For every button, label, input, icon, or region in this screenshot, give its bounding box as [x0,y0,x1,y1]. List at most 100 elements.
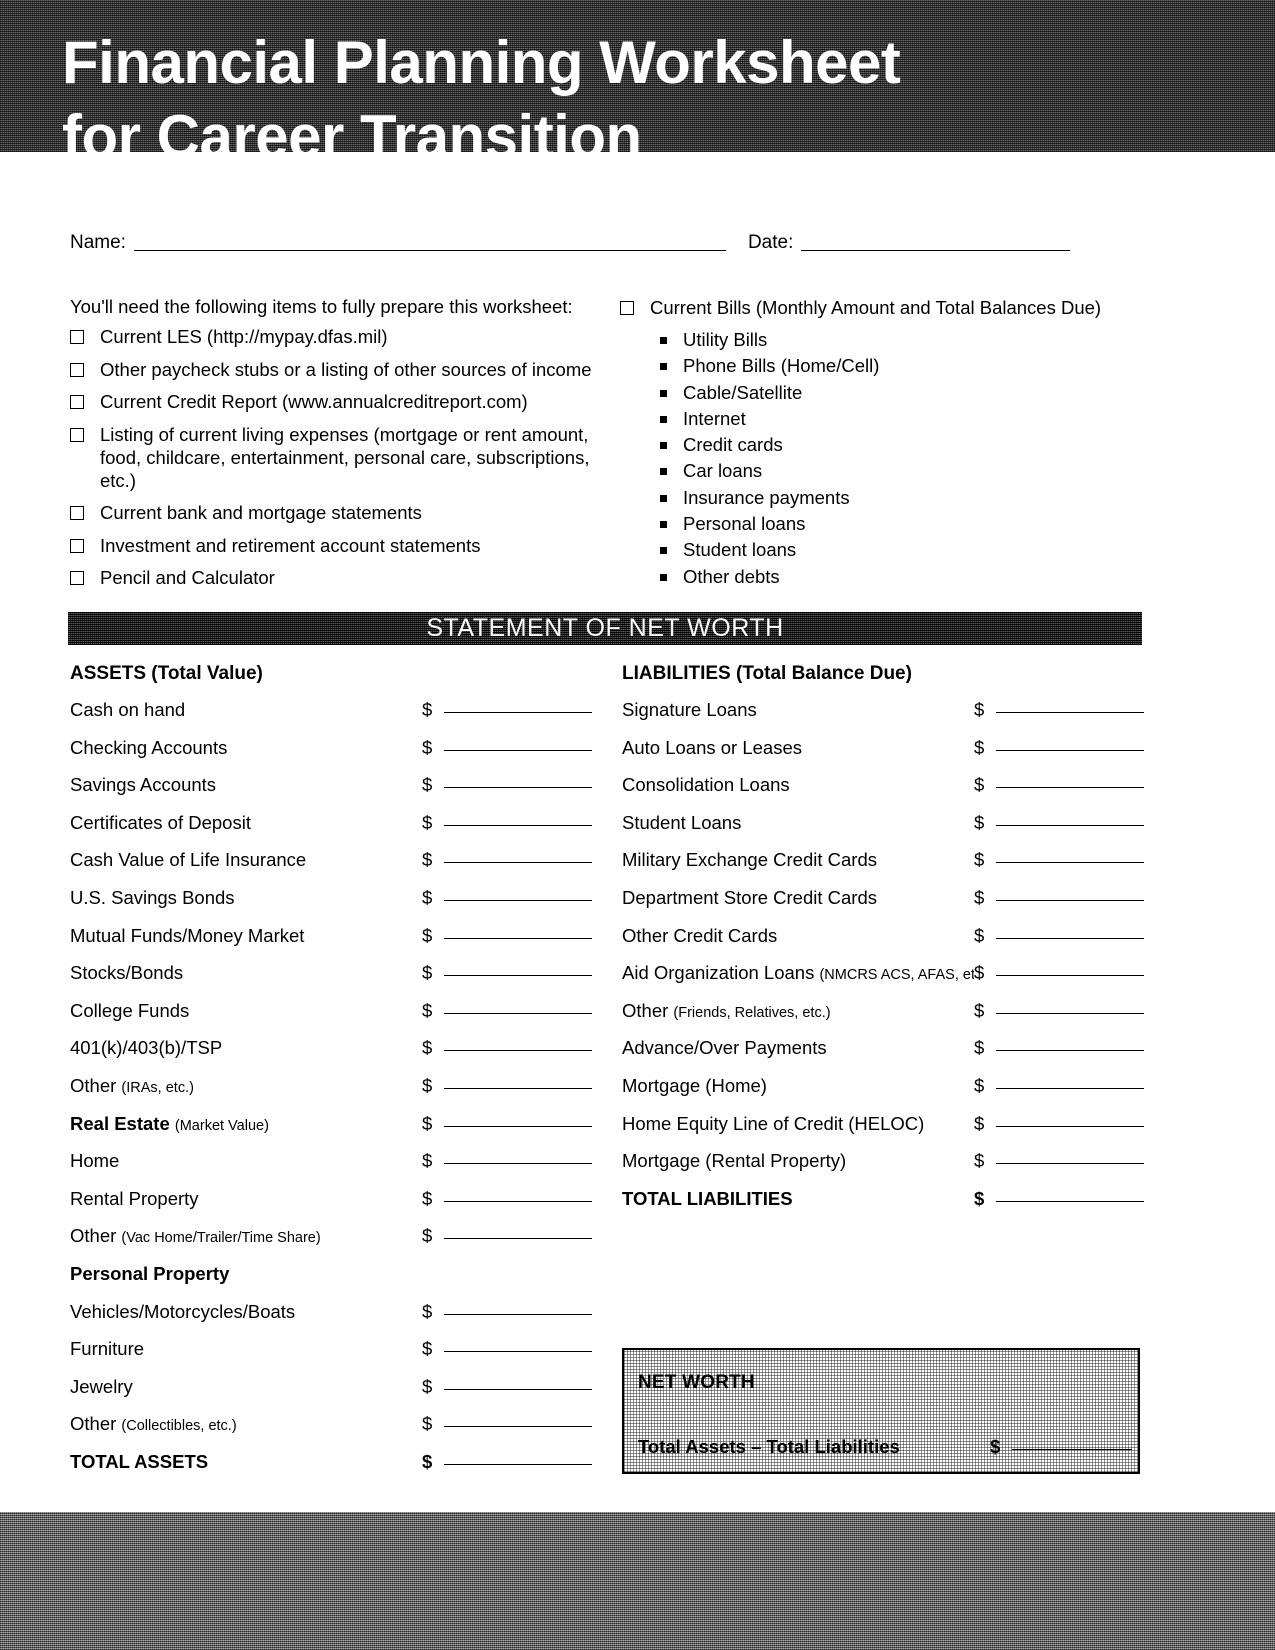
amount-input-rule[interactable] [996,786,1144,789]
assets-column: ASSETS (Total Value) Cash on hand $ Checki… [70,663,592,1488]
amount-input-rule[interactable] [444,861,592,864]
amount-input-rule[interactable] [444,1350,592,1353]
checkbox-icon[interactable] [70,538,84,553]
checkbox-icon[interactable] [70,427,84,442]
square-bullet-icon [660,494,667,502]
checkbox-icon[interactable] [70,571,84,585]
money-row: Other (IRAs, etc.) $ [70,1074,592,1113]
list-item[interactable]: Current LES (http://mypay.dfas.mil) [70,325,615,348]
money-row-label: Rental Property [70,1188,422,1210]
amount-input-rule[interactable] [996,899,1144,901]
amount-input-rule[interactable] [444,1125,592,1127]
dollar-sign: $ [974,1187,985,1209]
amount-input-rule[interactable] [444,711,592,713]
dollar-sign: $ [422,999,433,1021]
amount-input-rule[interactable] [996,1125,1144,1127]
list-item[interactable]: Current Bills (Monthly Amount and Total … [620,296,1140,319]
list-item: Personal loans [660,511,1140,537]
list-item: Internet [660,406,1140,432]
bill-item-label: Insurance payments [683,486,850,508]
amount-input-rule[interactable] [444,1200,592,1202]
amount-input-rule[interactable] [444,786,592,789]
amount-input-rule[interactable] [444,899,592,901]
money-row: Other Credit Cards $ [622,925,1144,963]
prep-checklist: Current LES (http://mypay.dfas.mil) Othe… [70,325,615,599]
bill-item-label: Student loans [683,539,797,561]
amount-input-rule[interactable] [444,974,592,977]
list-item: Insurance payments [660,485,1140,511]
money-row: Checking Accounts $ [70,737,592,775]
amount-input-rule[interactable] [996,1087,1144,1089]
amount-input-rule[interactable] [444,1012,592,1014]
amount-input-rule[interactable] [444,824,592,826]
amount-input-rule[interactable] [444,1463,592,1465]
money-row-label: Home [70,1150,422,1172]
square-bullet-icon [660,337,667,344]
net-worth-box: NET WORTH Total Assets – Total Liabiliti… [622,1348,1140,1474]
amount-input-rule[interactable] [444,1425,592,1428]
dollar-sign: $ [422,962,433,984]
name-input-rule[interactable] [133,249,726,251]
money-row: Rental Property $ [70,1187,592,1226]
amount-input-rule[interactable] [444,1087,592,1089]
money-row: College Funds $ [70,999,592,1038]
dollar-sign: $ [974,774,985,796]
checkbox-icon[interactable] [70,395,84,409]
dollar-sign: $ [422,1074,433,1096]
amount-input-rule[interactable] [996,711,1144,713]
money-row-label: Advance/Over Payments [622,1037,974,1059]
money-row-label: Student Loans [622,812,974,834]
list-item[interactable]: Listing of current living expenses (mort… [70,423,615,492]
identity-row: Name: Date: [70,232,1070,254]
list-item[interactable]: Other paycheck stubs or a listing of oth… [70,358,615,381]
amount-input-rule[interactable] [444,1049,592,1052]
amount-input-rule[interactable] [996,861,1144,864]
amount-input-rule[interactable] [444,749,592,751]
amount-input-rule[interactable] [996,749,1144,751]
amount-input-rule[interactable] [444,1313,592,1315]
money-row: Student Loans $ [622,812,1144,850]
amount-input-rule[interactable] [444,1388,592,1390]
amount-input-rule[interactable] [996,1049,1144,1052]
list-item[interactable]: Investment and retirement account statem… [70,534,615,557]
amount-input-rule[interactable] [444,1162,592,1165]
banner-title: STATEMENT OF NET WORTH [426,614,784,642]
dollar-sign: $ [990,1436,1001,1457]
money-row-label: Aid Organization Loans (NMCRS ACS, AFAS,… [622,962,974,984]
list-item: Cable/Satellite [660,380,1140,406]
list-item[interactable]: Current Credit Report (www.annualcreditr… [70,390,615,413]
checkbox-icon[interactable] [620,301,634,315]
statement-of-net-worth-banner: STATEMENT OF NET WORTH [68,612,1142,645]
money-row: 401(k)/403(b)/TSP $ [70,1037,592,1075]
amount-input-rule[interactable] [996,1012,1144,1014]
amount-input-rule[interactable] [996,1200,1144,1202]
amount-input-rule[interactable] [996,1162,1144,1165]
checkbox-icon[interactable] [70,362,84,377]
checkbox-icon[interactable] [70,330,84,344]
amount-input-rule[interactable] [444,1237,592,1240]
net-worth-amount-rule[interactable] [1012,1448,1132,1450]
money-row-label-main: Auto Loans or Leases [622,736,802,758]
list-item[interactable]: Current bank and mortgage statements [70,501,615,524]
dollar-sign: $ [974,849,985,871]
dollar-sign: $ [422,1112,433,1134]
dollar-sign: $ [422,886,433,908]
dollar-sign: $ [422,1187,433,1209]
amount-input-rule[interactable] [996,974,1144,977]
prep-item-label: Other paycheck stubs or a listing of oth… [100,358,592,380]
date-input-rule[interactable] [801,249,1070,251]
amount-input-rule[interactable] [996,824,1144,826]
money-row-label-main: Mortgage (Home) [622,1074,767,1096]
net-worth-title: NET WORTH [638,1372,755,1393]
list-item[interactable]: Pencil and Calculator [70,566,615,589]
money-row-label: Other Credit Cards [622,925,974,947]
money-row-label-main: College Funds [70,999,190,1021]
money-row-label-main: Other [70,1413,122,1435]
current-bills-block: Current Bills (Monthly Amount and Total … [620,296,1140,590]
amount-input-rule[interactable] [444,937,592,939]
prep-item-label: Investment and retirement account statem… [100,534,481,556]
money-row-label: Military Exchange Credit Cards [622,849,974,871]
dollar-sign: $ [422,1150,433,1172]
amount-input-rule[interactable] [996,937,1144,939]
checkbox-icon[interactable] [70,506,84,520]
